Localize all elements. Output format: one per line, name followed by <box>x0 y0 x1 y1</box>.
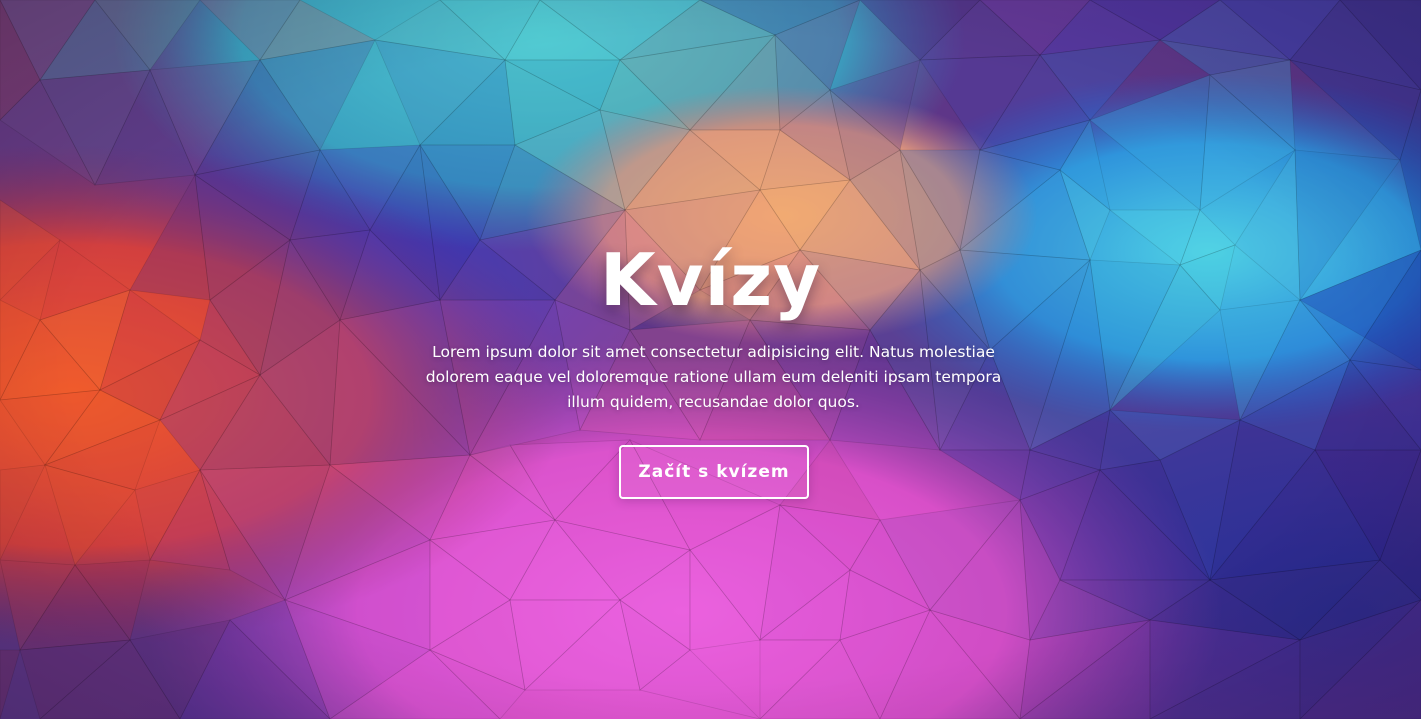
start-quiz-button[interactable]: Začít s kvízem <box>619 445 809 499</box>
page-title: Kvízy <box>599 238 822 322</box>
hero-description: Lorem ipsum dolor sit amet consectetur a… <box>425 343 1002 411</box>
hero-section: Kvízy Lorem ipsum dolor sit amet consect… <box>0 0 1421 719</box>
